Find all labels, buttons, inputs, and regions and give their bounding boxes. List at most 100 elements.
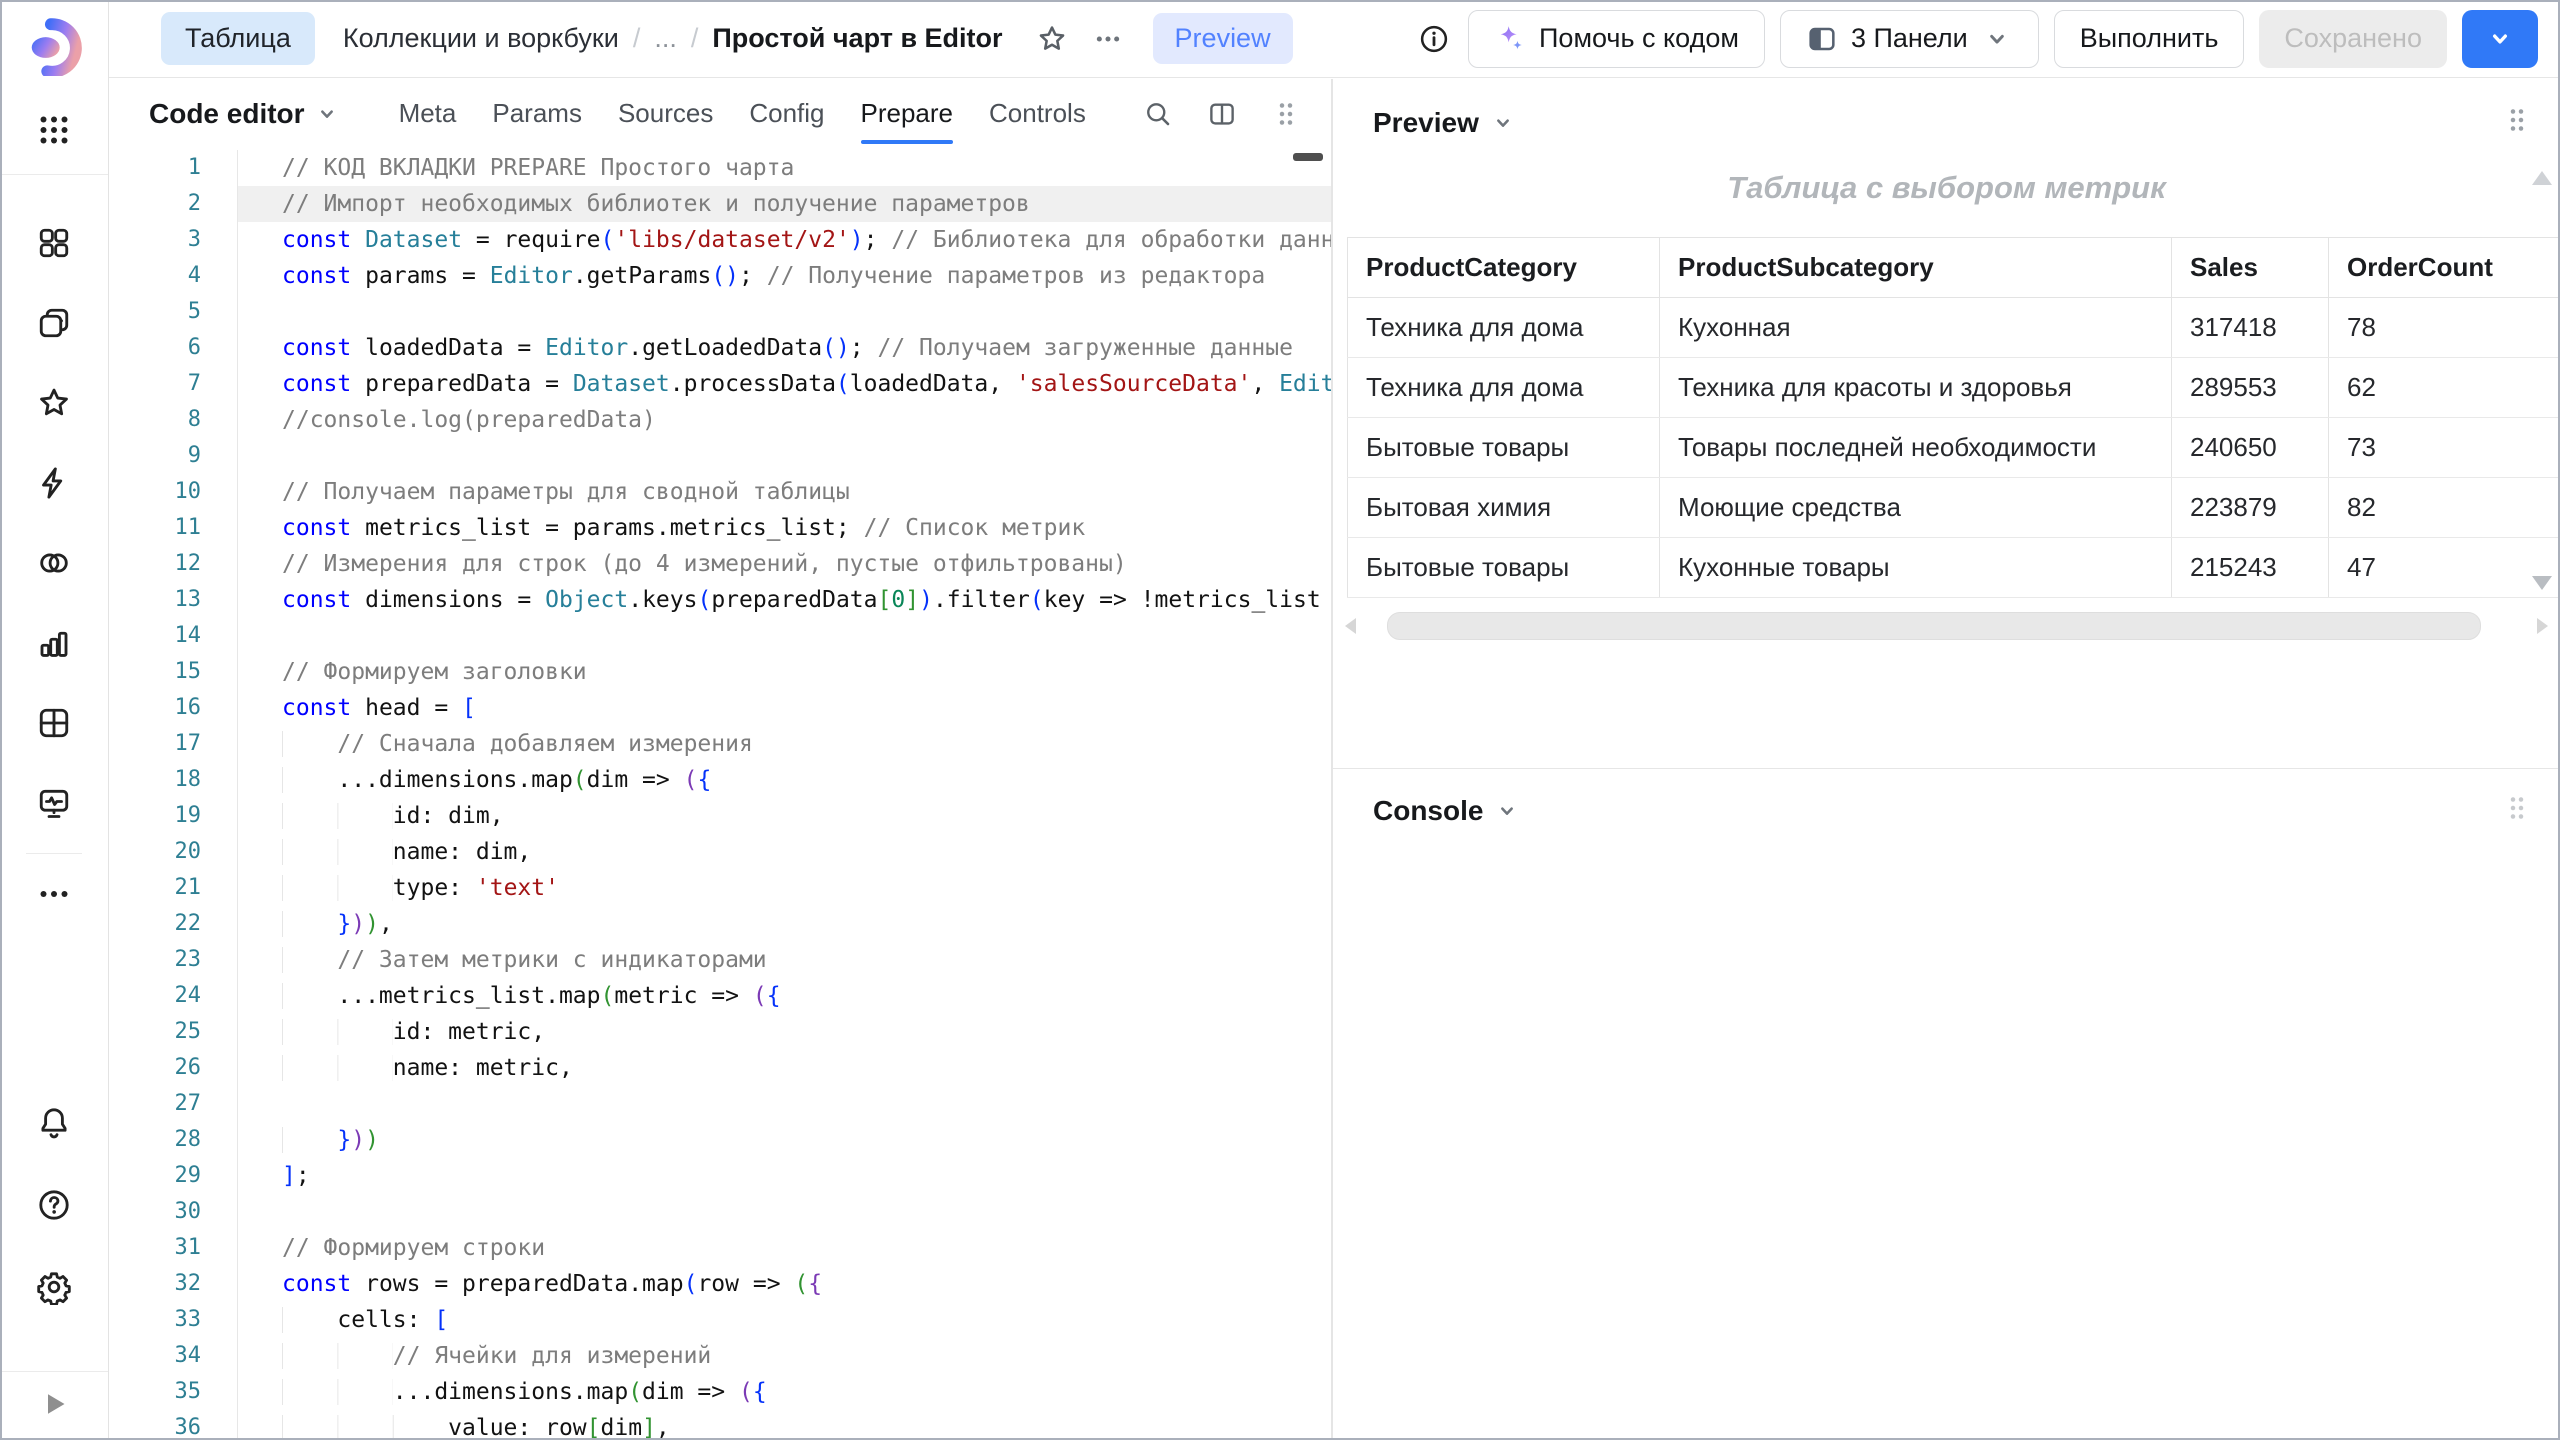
line-number[interactable]: 18 — [109, 762, 201, 798]
code-line-content[interactable]: })), — [237, 906, 1331, 942]
line-number[interactable]: 17 — [109, 726, 201, 762]
code-line-content[interactable]: const rows = preparedData.map(row => ({ — [237, 1266, 1331, 1302]
line-number[interactable]: 23 — [109, 942, 201, 978]
save-menu-button[interactable] — [2462, 10, 2538, 68]
code-line-content[interactable]: const loadedData = Editor.getLoadedData(… — [237, 330, 1331, 366]
code-line[interactable]: 8//console.log(preparedData) — [109, 402, 1331, 438]
editor-mode-dropdown[interactable]: Code editor — [149, 98, 341, 130]
workbooks-grid-icon[interactable] — [26, 215, 82, 271]
code-line[interactable]: 14 — [109, 618, 1331, 654]
drag-handle-icon[interactable] — [2502, 793, 2532, 828]
code-line[interactable]: 27 — [109, 1086, 1331, 1122]
code-line[interactable]: 5 — [109, 294, 1331, 330]
editor-tab-params[interactable]: Params — [492, 92, 582, 135]
code-line-content[interactable]: // Получаем параметры для сводной таблиц… — [237, 474, 1331, 510]
ellipsis-icon[interactable] — [26, 866, 82, 922]
line-number[interactable]: 24 — [109, 978, 201, 1014]
line-number[interactable]: 3 — [109, 222, 201, 258]
editor-tab-config[interactable]: Config — [749, 92, 824, 135]
code-line[interactable]: 29]; — [109, 1158, 1331, 1194]
code-line-content[interactable]: const preparedData = Dataset.processData… — [237, 366, 1331, 402]
code-line[interactable]: 26 name: metric, — [109, 1050, 1331, 1086]
code-line[interactable]: 25 id: metric, — [109, 1014, 1331, 1050]
code-line-content[interactable] — [237, 438, 1331, 474]
scroll-down-icon[interactable] — [2532, 576, 2552, 590]
code-line-content[interactable] — [237, 1086, 1331, 1122]
code-area[interactable]: 1// КОД ВКЛАДКИ PREPARE Простого чарта2 /… — [109, 148, 1331, 1440]
line-number[interactable]: 21 — [109, 870, 201, 906]
line-number[interactable]: 1 — [109, 150, 201, 186]
line-number[interactable]: 36 — [109, 1410, 201, 1440]
preview-dropdown[interactable]: Preview — [1373, 107, 1517, 139]
code-line-content[interactable]: // Импорт необходимых библиотек и получе… — [237, 186, 1331, 222]
drag-handle-icon[interactable] — [2502, 105, 2532, 140]
code-line-content[interactable]: ...dimensions.map(dim => ({ — [237, 1374, 1331, 1410]
code-line[interactable]: 19 id: dim, — [109, 798, 1331, 834]
code-line-content[interactable] — [237, 618, 1331, 654]
line-number[interactable]: 5 — [109, 294, 201, 330]
scroll-left-icon[interactable] — [1345, 618, 1356, 634]
code-line-content[interactable]: const params = Editor.getParams(); // По… — [237, 258, 1331, 294]
line-number[interactable]: 31 — [109, 1230, 201, 1266]
favorite-star-icon[interactable] — [1033, 20, 1071, 58]
code-line-content[interactable]: name: dim, — [237, 834, 1331, 870]
apps-grid-icon[interactable] — [26, 102, 82, 158]
code-line-content[interactable] — [237, 294, 1331, 330]
scroll-right-icon[interactable] — [2537, 618, 2548, 634]
line-number[interactable]: 2 — [109, 186, 201, 222]
code-line[interactable]: 10 // Получаем параметры для сводной табл… — [109, 474, 1331, 510]
split-view-icon[interactable] — [1203, 95, 1241, 133]
line-number[interactable]: 34 — [109, 1338, 201, 1374]
breadcrumb-item[interactable]: ... — [654, 23, 677, 54]
line-number[interactable]: 14 — [109, 618, 201, 654]
code-line[interactable]: 32 const rows = preparedData.map(row => (… — [109, 1266, 1331, 1302]
code-line[interactable]: 13 const dimensions = Object.keys(prepare… — [109, 582, 1331, 618]
code-line-content[interactable]: ...metrics_list.map(metric => ({ — [237, 978, 1331, 1014]
line-number[interactable]: 25 — [109, 1014, 201, 1050]
code-line[interactable]: 34 // Ячейки для измерений — [109, 1338, 1331, 1374]
datalens-logo-icon[interactable] — [25, 18, 83, 76]
code-line[interactable]: 6 const loadedData = Editor.getLoadedData… — [109, 330, 1331, 366]
console-dropdown[interactable]: Console — [1373, 795, 1521, 827]
line-number[interactable]: 15 — [109, 654, 201, 690]
collections-folders-icon[interactable] — [26, 295, 82, 351]
line-number[interactable]: 32 — [109, 1266, 201, 1302]
code-line[interactable]: 36 value: row[dim], — [109, 1410, 1331, 1440]
line-number[interactable]: 7 — [109, 366, 201, 402]
line-number[interactable]: 29 — [109, 1158, 201, 1194]
datasets-circles-icon[interactable] — [26, 535, 82, 591]
settings-gear-icon[interactable] — [26, 1259, 82, 1315]
code-line-content[interactable]: ...dimensions.map(dim => ({ — [237, 762, 1331, 798]
line-number[interactable]: 10 — [109, 474, 201, 510]
code-line-content[interactable]: value: row[dim], — [237, 1410, 1331, 1440]
code-line[interactable]: 9 — [109, 438, 1331, 474]
line-number[interactable]: 33 — [109, 1302, 201, 1338]
code-line-content[interactable]: // Формируем заголовки — [237, 654, 1331, 690]
code-line-content[interactable]: const head = [ — [237, 690, 1331, 726]
code-line-content[interactable]: type: 'text' — [237, 870, 1331, 906]
code-line-content[interactable]: const metrics_list = params.metrics_list… — [237, 510, 1331, 546]
code-line[interactable]: 11const metrics_list = params.metrics_li… — [109, 510, 1331, 546]
line-number[interactable]: 28 — [109, 1122, 201, 1158]
line-number[interactable]: 26 — [109, 1050, 201, 1086]
code-line[interactable]: 31// Формируем строки — [109, 1230, 1331, 1266]
info-circle-icon[interactable] — [1415, 20, 1453, 58]
code-line-content[interactable]: const dimensions = Object.keys(preparedD… — [237, 582, 1331, 618]
line-number[interactable]: 6 — [109, 330, 201, 366]
dashboards-table-icon[interactable] — [26, 695, 82, 751]
scroll-up-icon[interactable] — [2532, 171, 2552, 185]
code-line-content[interactable]: name: metric, — [237, 1050, 1331, 1086]
line-number[interactable]: 4 — [109, 258, 201, 294]
code-line[interactable]: 21 type: 'text' — [109, 870, 1331, 906]
line-number[interactable]: 13 — [109, 582, 201, 618]
code-line[interactable]: 30 — [109, 1194, 1331, 1230]
expand-arrow-icon[interactable] — [26, 1376, 82, 1432]
code-line[interactable]: 18 ...dimensions.map(dim => ({ — [109, 762, 1331, 798]
code-line[interactable]: 1// КОД ВКЛАДКИ PREPARE Простого чарта — [109, 150, 1331, 186]
preview-badge[interactable]: Preview — [1153, 13, 1293, 64]
charts-bar-icon[interactable] — [26, 615, 82, 671]
more-actions-icon[interactable] — [1089, 20, 1127, 58]
code-line[interactable]: 24 ...metrics_list.map(metric => ({ — [109, 978, 1331, 1014]
line-number[interactable]: 30 — [109, 1194, 201, 1230]
code-line[interactable]: 15 // Формируем заголовки — [109, 654, 1331, 690]
